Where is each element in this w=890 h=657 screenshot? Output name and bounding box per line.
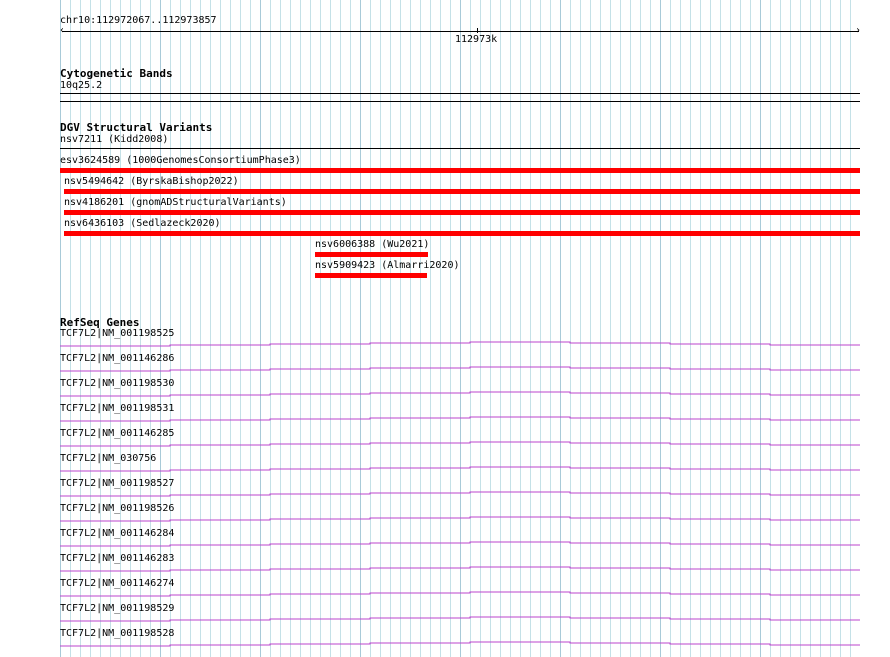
variant-label[interactable]: esv3624589 (1000GenomesConsortiumPhase3) [60, 155, 301, 167]
variant-label[interactable]: nsv6436103 (Sedlazeck2020) [64, 218, 221, 230]
variant-label[interactable]: nsv5494642 (ByrskaBishop2022) [64, 176, 239, 188]
ruler-right-arrow-icon: › [855, 25, 862, 36]
transcript-intron-line[interactable] [60, 516, 860, 522]
transcript-intron-line[interactable] [60, 541, 860, 547]
ruler-grid [60, 0, 860, 657]
transcript-label[interactable]: TCF7L2|NM_001146286 [60, 353, 174, 365]
cytoband-label: 10q25.2 [60, 80, 103, 91]
location-label: chr10:112972067..112973857 [60, 15, 217, 26]
ruler-tick-label: 112973k [455, 34, 498, 45]
transcript-label[interactable]: TCF7L2|NM_001198528 [60, 628, 174, 640]
variant-label[interactable]: nsv6006388 (Wu2021) [315, 239, 429, 251]
transcript-intron-line[interactable] [60, 566, 860, 572]
ruler-axis [62, 31, 859, 32]
transcript-label[interactable]: TCF7L2|NM_001198525 [60, 328, 174, 340]
transcript-label[interactable]: TCF7L2|NM_001198530 [60, 378, 174, 390]
transcript-intron-line[interactable] [60, 641, 860, 647]
cytoband-line [60, 93, 860, 94]
variant-label[interactable]: nsv4186201 (gnomADStructuralVariants) [64, 197, 287, 209]
variant-line [60, 148, 860, 149]
variant-bar[interactable] [64, 189, 860, 194]
track-title-cytoband[interactable]: Cytogenetic Bands [60, 67, 173, 80]
transcript-label[interactable]: TCF7L2|NM_001146283 [60, 553, 174, 565]
variant-bar[interactable] [60, 168, 860, 173]
variant-bar[interactable] [64, 231, 860, 236]
ruler-major-tick [477, 28, 478, 33]
transcript-label[interactable]: TCF7L2|NM_001198526 [60, 503, 174, 515]
transcript-label[interactable]: TCF7L2|NM_001198531 [60, 403, 174, 415]
transcript-intron-line[interactable] [60, 591, 860, 597]
transcript-label[interactable]: TCF7L2|NM_001146274 [60, 578, 174, 590]
transcript-intron-line[interactable] [60, 391, 860, 397]
variant-bar[interactable] [315, 273, 427, 278]
transcript-label[interactable]: TCF7L2|NM_001146284 [60, 528, 174, 540]
ruler-left-arrow-icon: ‹ [59, 25, 66, 36]
track-title-dgv[interactable]: DGV Structural Variants [60, 121, 212, 134]
transcript-intron-line[interactable] [60, 616, 860, 622]
variant-bar[interactable] [315, 252, 428, 257]
transcript-intron-line[interactable] [60, 366, 860, 372]
variant-bar[interactable] [64, 210, 860, 215]
genome-browser-view: chr10:112972067..112973857 ‹ › 112973k C… [0, 0, 890, 657]
transcript-label[interactable]: TCF7L2|NM_001146285 [60, 428, 174, 440]
variant-label[interactable]: nsv7211 (Kidd2008) [60, 134, 168, 146]
transcript-intron-line[interactable] [60, 341, 860, 347]
transcript-label[interactable]: TCF7L2|NM_001198529 [60, 603, 174, 615]
transcript-intron-line[interactable] [60, 416, 860, 422]
transcript-intron-line[interactable] [60, 491, 860, 497]
transcript-label[interactable]: TCF7L2|NM_030756 [60, 453, 156, 465]
transcript-intron-line[interactable] [60, 441, 860, 447]
transcript-intron-line[interactable] [60, 466, 860, 472]
transcript-label[interactable]: TCF7L2|NM_001198527 [60, 478, 174, 490]
track-separator [60, 101, 860, 102]
variant-label[interactable]: nsv5909423 (Almarri2020) [315, 260, 460, 272]
